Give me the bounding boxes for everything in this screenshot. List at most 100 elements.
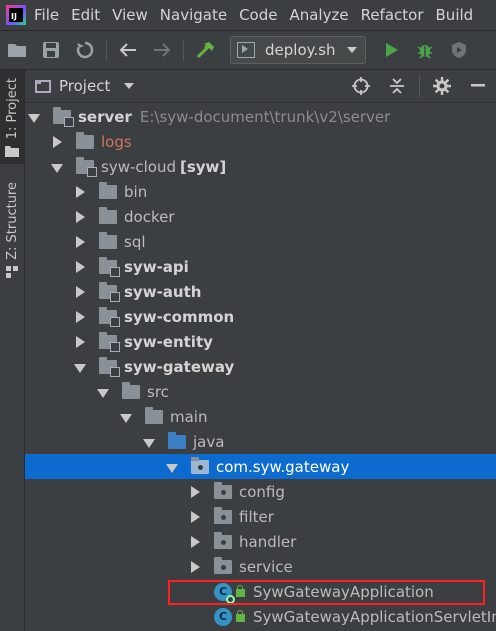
tree-node-label: syw-gateway [124,357,235,376]
collapse-arrow-icon[interactable] [120,411,132,423]
build-hammer-icon[interactable] [194,39,216,61]
folder-icon [99,231,117,249]
structure-icon [6,265,18,278]
expand-arrow-icon[interactable] [190,510,200,523]
folder-icon [99,206,117,224]
tree-node-config[interactable]: config [25,479,496,504]
folder-icon [122,381,140,399]
run-configuration-dropdown[interactable]: deploy.sh [230,36,367,64]
tree-node-server[interactable]: server E:\syw-document\trunk\v2\server [25,104,496,129]
tree-node-class-servlet-initializer[interactable]: C SywGatewayApplicationServletInitia [25,604,496,629]
intellij-logo-icon: IJ [6,5,26,25]
module-folder-icon [99,331,120,352]
expand-arrow-icon[interactable] [75,185,85,198]
run-configuration-label: deploy.sh [265,41,336,59]
module-folder-icon [99,256,120,277]
tree-node-label: config [239,482,285,501]
tree-node-service[interactable]: service [25,554,496,579]
menu-view[interactable]: View [112,6,148,24]
tree-node-label: server [78,107,132,126]
tree-node-tag: [syw] [180,157,227,176]
expand-arrow-icon[interactable] [75,210,85,223]
forward-arrow-icon[interactable] [151,39,173,61]
tree-node-label: bin [124,182,148,201]
tree-node-logs[interactable]: logs [25,129,496,154]
menu-navigate[interactable]: Navigate [160,6,227,24]
project-view-title[interactable]: Project [59,77,110,95]
tree-node-src[interactable]: src [25,379,496,404]
folder-icon [5,146,19,158]
toolbar-separator [106,39,107,61]
module-folder-icon [53,106,74,127]
tree-node-label: SywGatewayApplication [253,582,434,601]
collapse-arrow-icon[interactable] [97,386,109,398]
collapse-arrow-icon[interactable] [74,361,86,373]
tree-node-syw-gateway[interactable]: syw-gateway [25,354,496,379]
tree-node-label: java [193,432,225,451]
expand-arrow-icon[interactable] [190,535,200,548]
collapse-arrow-icon[interactable] [143,436,155,448]
tree-node-syw-cloud[interactable]: syw-cloud [syw] [25,154,496,179]
menu-file[interactable]: File [34,6,59,24]
tool-tab-project[interactable]: 1: Project [0,70,24,164]
expand-arrow-icon[interactable] [75,285,85,298]
menu-code[interactable]: Code [239,6,277,24]
header-separator [419,75,420,97]
folder-icon [145,406,163,424]
debug-icon[interactable] [414,39,436,61]
tree-node-syw-api[interactable]: syw-api [25,254,496,279]
expand-arrow-icon[interactable] [190,485,200,498]
tree-node-bin[interactable]: bin [25,179,496,204]
collapse-arrow-icon[interactable] [51,161,63,173]
run-with-coverage-icon[interactable] [448,39,470,61]
tree-node-label: service [239,557,293,576]
expand-arrow-icon[interactable] [52,135,62,148]
tree-node-label: filter [239,507,274,526]
tree-node-java[interactable]: java [25,429,496,454]
tree-node-class-application[interactable]: C SywGatewayApplication [25,579,496,604]
run-icon[interactable] [380,39,402,61]
tree-node-main[interactable]: main [25,404,496,429]
menu-refactor[interactable]: Refactor [361,6,424,24]
class-icon: C [214,607,232,626]
tree-node-package-selected[interactable]: com.syw.gateway [25,454,496,479]
menu-edit[interactable]: Edit [71,6,100,24]
tree-node-syw-entity[interactable]: syw-entity [25,329,496,354]
tree-node-handler[interactable]: handler [25,529,496,554]
save-icon[interactable] [40,39,62,61]
expand-arrow-icon[interactable] [75,310,85,323]
gear-icon[interactable] [431,75,453,97]
package-icon [214,531,232,549]
tree-node-label: SywGatewayApplicationServletInitia [253,607,496,626]
back-arrow-icon[interactable] [117,39,139,61]
expand-arrow-icon[interactable] [190,560,200,573]
tree-node-label: syw-common [124,307,235,326]
tree-node-label: syw-cloud [101,157,176,176]
tree-node-filter[interactable]: filter [25,504,496,529]
tree-node-docker[interactable]: docker [25,204,496,229]
expand-arrow-icon[interactable] [75,235,85,248]
tree-node-syw-common[interactable]: syw-common [25,304,496,329]
package-icon [214,481,232,499]
open-folder-icon[interactable] [6,39,28,61]
menu-build[interactable]: Build [436,6,474,24]
tree-node-sql[interactable]: sql [25,229,496,254]
sync-icon[interactable] [74,39,96,61]
tree-node-syw-auth[interactable]: syw-auth [25,279,496,304]
expand-arrow-icon[interactable] [75,260,85,273]
expand-arrow-icon[interactable] [75,335,85,348]
tool-tab-structure[interactable]: Z: Structure [0,182,24,282]
menu-analyze[interactable]: Analyze [289,6,348,24]
collapse-all-icon[interactable] [386,75,408,97]
project-view-icon [35,79,51,93]
source-root-folder-icon [168,431,186,449]
menu-bar: IJ File Edit View Navigate Code Analyze … [0,0,496,31]
tree-node-label: handler [239,532,297,551]
tree-node-label: sql [124,232,146,251]
hide-panel-icon[interactable] [467,75,489,97]
package-icon [214,556,232,574]
chevron-down-icon[interactable] [124,83,135,89]
locate-target-icon[interactable] [350,75,372,97]
collapse-arrow-icon[interactable] [166,461,178,473]
collapse-arrow-icon[interactable] [28,111,40,123]
